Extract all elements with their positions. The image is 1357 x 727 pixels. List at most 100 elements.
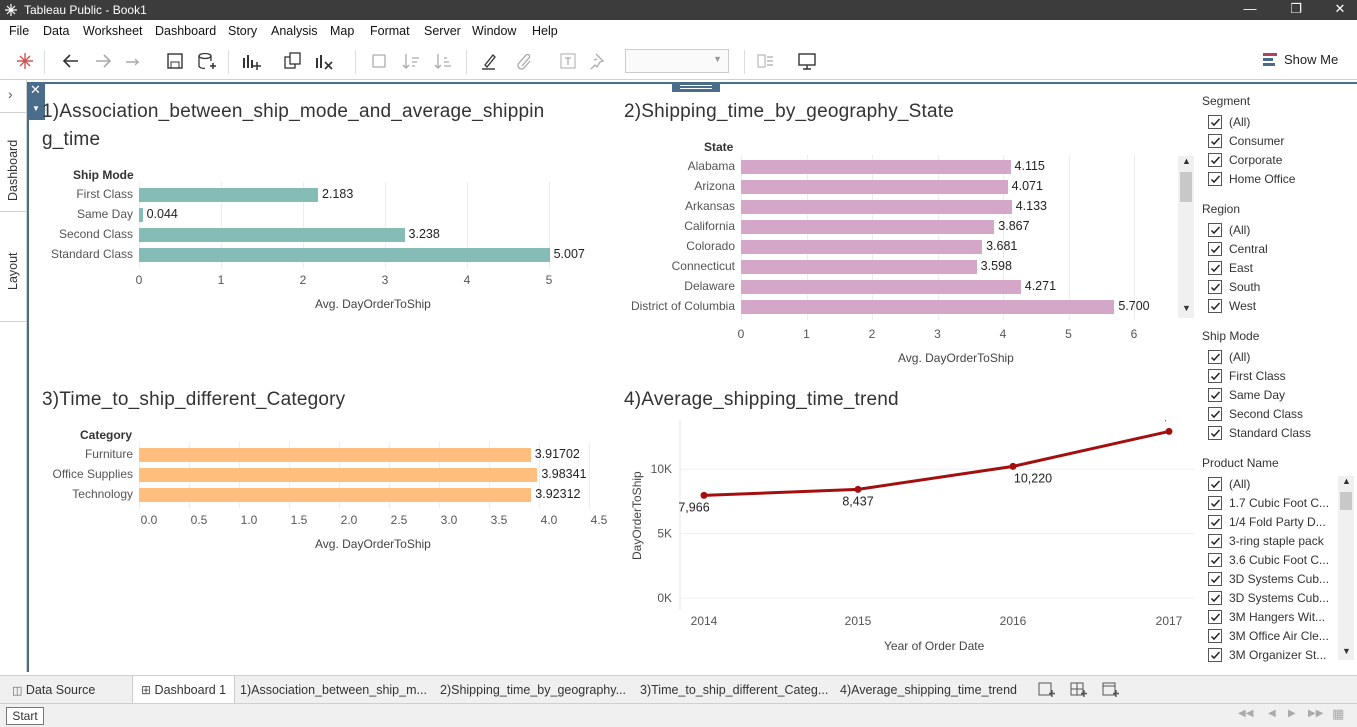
checkbox-checked-icon[interactable] [1208, 223, 1222, 237]
menu-story[interactable]: Story [228, 24, 257, 38]
bar[interactable] [139, 228, 405, 242]
presentation-layout-icon[interactable] [755, 50, 777, 72]
swap-rows-columns-icon[interactable] [368, 50, 390, 72]
bar[interactable] [139, 188, 318, 202]
filter-checkbox-item[interactable]: Same Day [1208, 387, 1333, 404]
new-worksheet-icon[interactable] [240, 50, 262, 72]
sort-descending-icon[interactable] [432, 50, 454, 72]
filter-checkbox-item[interactable]: First Class [1208, 368, 1333, 385]
duplicate-sheet-icon[interactable] [282, 50, 304, 72]
highlight-icon[interactable] [478, 50, 500, 72]
checkbox-checked-icon[interactable] [1208, 350, 1222, 364]
show-me-label[interactable]: Show Me [1284, 52, 1338, 67]
filter-checkbox-item[interactable]: Central [1208, 241, 1333, 258]
tab-sheet-1[interactable]: 1)Association_between_ship_m... [232, 676, 435, 704]
tab-sheet-3[interactable]: 3)Time_to_ship_different_Categ... [632, 676, 836, 704]
filter-checkbox-item[interactable]: 3M Office Air Cle... [1208, 628, 1333, 645]
show-mark-labels-icon[interactable] [557, 50, 579, 72]
start-button[interactable]: Start [6, 707, 44, 725]
more-options-icon[interactable]: ▼ [32, 104, 40, 113]
scroll-up-icon[interactable]: ▲ [1182, 156, 1191, 166]
new-worksheet-tab-icon[interactable] [1038, 682, 1056, 698]
grip-handle[interactable] [672, 82, 720, 92]
filter-checkbox-item[interactable]: (All) [1208, 114, 1333, 131]
tab-sheet-2[interactable]: 2)Shipping_time_by_geography... [432, 676, 634, 704]
menu-data[interactable]: Data [43, 24, 69, 38]
new-dashboard-tab-icon[interactable] [1070, 682, 1088, 698]
grid-view-icon[interactable]: ▦ [1332, 706, 1344, 722]
filter-checkbox-item[interactable]: Consumer [1208, 133, 1333, 150]
filter-checkbox-item[interactable]: 3.6 Cubic Foot C... [1208, 552, 1333, 569]
filter-checkbox-item[interactable]: 1.7 Cubic Foot C... [1208, 495, 1333, 512]
bar[interactable] [741, 240, 983, 254]
scroll-thumb[interactable] [1340, 492, 1352, 510]
redo-icon[interactable] [92, 50, 114, 72]
checkbox-checked-icon[interactable] [1208, 134, 1222, 148]
save-icon[interactable] [164, 50, 186, 72]
bar[interactable] [741, 160, 1011, 174]
filter-checkbox-item[interactable]: East [1208, 260, 1333, 277]
checkbox-checked-icon[interactable] [1208, 299, 1222, 313]
new-data-source-icon[interactable] [196, 50, 218, 72]
checkbox-checked-icon[interactable] [1208, 388, 1222, 402]
filter-checkbox-item[interactable]: Standard Class [1208, 425, 1333, 442]
replay-icon[interactable] [122, 50, 144, 72]
checkbox-checked-icon[interactable] [1208, 534, 1222, 548]
bar[interactable] [139, 448, 531, 462]
bar[interactable] [139, 208, 143, 222]
scroll-down-icon[interactable]: ▼ [1342, 646, 1351, 656]
filter-checkbox-item[interactable]: 3M Hangers Wit... [1208, 609, 1333, 626]
next-page-icon[interactable]: ▶ [1288, 708, 1296, 719]
filter-checkbox-item[interactable]: West [1208, 298, 1333, 315]
undo-icon[interactable] [60, 50, 82, 72]
menu-file[interactable]: File [9, 24, 29, 38]
checkbox-checked-icon[interactable] [1208, 515, 1222, 529]
minimize-button[interactable]: — [1230, 0, 1270, 20]
show-me-icon[interactable] [1262, 52, 1278, 68]
fit-dropdown[interactable]: ▼ [625, 49, 729, 73]
tab-sheet-4[interactable]: 4)Average_shipping_time_trend [832, 676, 1025, 704]
scroll-thumb[interactable] [1180, 172, 1192, 202]
checkbox-checked-icon[interactable] [1208, 629, 1222, 643]
checkbox-checked-icon[interactable] [1208, 172, 1222, 186]
filter-checkbox-item[interactable]: Home Office [1208, 171, 1333, 188]
last-page-icon[interactable]: ▶▶ [1308, 708, 1323, 719]
sort-ascending-icon[interactable] [400, 50, 422, 72]
filter-checkbox-item[interactable]: 3D Systems Cub... [1208, 571, 1333, 588]
presentation-mode-icon[interactable] [796, 50, 818, 72]
filter-checkbox-item[interactable]: 1/4 Fold Party D... [1208, 514, 1333, 531]
menu-analysis[interactable]: Analysis [271, 24, 318, 38]
filter-checkbox-item[interactable]: (All) [1208, 349, 1333, 366]
bar[interactable] [741, 200, 1012, 214]
bar[interactable] [139, 488, 532, 502]
checkbox-checked-icon[interactable] [1208, 426, 1222, 440]
filter-checkbox-item[interactable]: 3-ring staple pack [1208, 533, 1333, 550]
checkbox-checked-icon[interactable] [1208, 591, 1222, 605]
checkbox-checked-icon[interactable] [1208, 572, 1222, 586]
tab-dashboard-1[interactable]: ⊞ Dashboard 1 [132, 676, 236, 704]
bar[interactable] [741, 280, 1021, 294]
close-window-button[interactable]: ✕ [1320, 0, 1357, 20]
menu-format[interactable]: Format [370, 24, 410, 38]
menu-server[interactable]: Server [424, 24, 461, 38]
filter-checkbox-item[interactable]: Second Class [1208, 406, 1333, 423]
checkbox-checked-icon[interactable] [1208, 610, 1222, 624]
checkbox-checked-icon[interactable] [1208, 369, 1222, 383]
first-page-icon[interactable]: ◀◀ [1238, 708, 1253, 719]
checkbox-checked-icon[interactable] [1208, 280, 1222, 294]
checkbox-checked-icon[interactable] [1208, 261, 1222, 275]
checkbox-checked-icon[interactable] [1208, 115, 1222, 129]
menu-help[interactable]: Help [532, 24, 558, 38]
scroll-up-icon[interactable]: ▲ [1342, 476, 1351, 486]
checkbox-checked-icon[interactable] [1208, 553, 1222, 567]
bar[interactable] [139, 468, 538, 482]
bar[interactable] [741, 180, 1008, 194]
filter-checkbox-item[interactable]: South [1208, 279, 1333, 296]
filter-checkbox-item[interactable]: 3M Organizer St... [1208, 647, 1333, 664]
new-story-tab-icon[interactable] [1102, 682, 1120, 698]
filter-checkbox-item[interactable]: (All) [1208, 222, 1333, 239]
menu-dashboard[interactable]: Dashboard [155, 24, 216, 38]
filter-checkbox-item[interactable]: Corporate [1208, 152, 1333, 169]
chart2-scrollbar[interactable]: ▲ ▼ [1178, 156, 1194, 318]
tableau-home-icon[interactable] [14, 50, 36, 72]
